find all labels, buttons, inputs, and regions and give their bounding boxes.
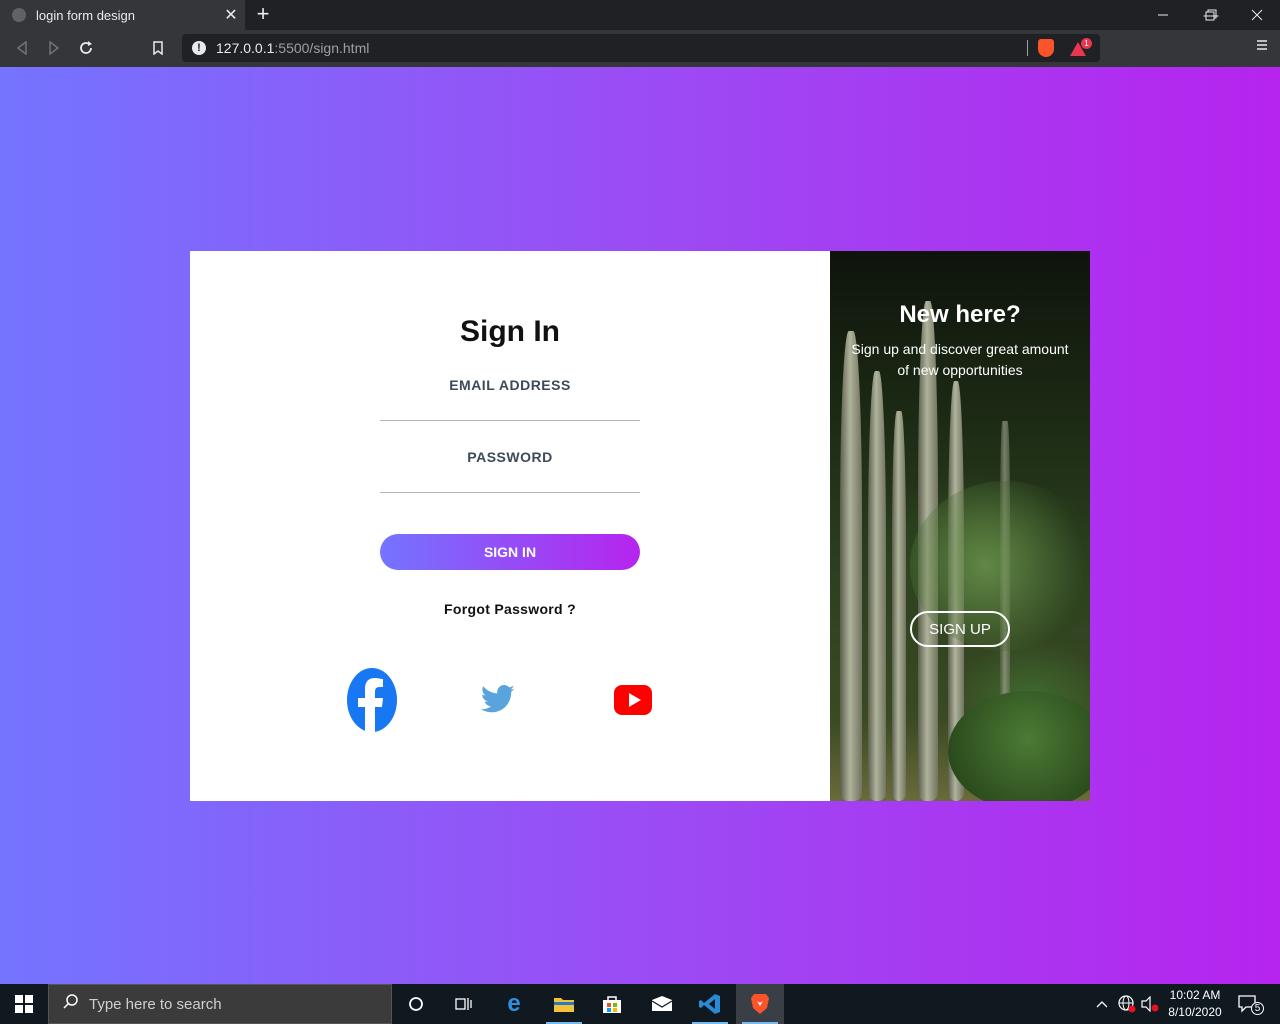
bookmark-icon[interactable] xyxy=(146,36,170,60)
signup-panel: New here? Sign up and discover great amo… xyxy=(830,251,1090,801)
twitter-icon[interactable] xyxy=(480,665,516,735)
notifications-icon[interactable]: 5 xyxy=(1238,984,1264,1024)
bush xyxy=(948,691,1090,801)
palm-trunk xyxy=(840,331,862,801)
forward-icon[interactable] xyxy=(42,36,66,60)
address-bar[interactable]: ! 127.0.0.1:5500/sign.html 1 xyxy=(182,34,1100,62)
new-tab-button[interactable]: + xyxy=(252,2,274,28)
tab-close-button[interactable]: ✕ xyxy=(219,5,243,25)
browser-toolbar: ! 127.0.0.1:5500/sign.html 1 xyxy=(0,30,1280,67)
palm-trunk xyxy=(892,411,906,801)
signin-panel: Sign In EMAIL ADDRESS PASSWORD SIGN IN F… xyxy=(190,251,830,801)
edge-icon[interactable]: e xyxy=(490,984,538,1024)
signup-title: New here? xyxy=(899,301,1021,328)
search-placeholder: Type here to search xyxy=(89,995,222,1013)
taskbar-search-input[interactable]: Type here to search xyxy=(48,984,392,1024)
minimize-icon[interactable] xyxy=(1140,0,1186,30)
signin-button[interactable]: SIGN IN xyxy=(380,534,640,570)
file-explorer-icon[interactable] xyxy=(540,984,588,1024)
browser-tab[interactable]: login form design ✕ xyxy=(0,0,245,30)
rewards-badge: 1 xyxy=(1081,38,1092,49)
notifications-count: 5 xyxy=(1251,1001,1264,1015)
windows-start-icon[interactable] xyxy=(0,984,48,1024)
menu-icon[interactable] xyxy=(1256,38,1268,56)
tab-title: login form design xyxy=(36,7,135,23)
address-divider xyxy=(1027,40,1028,56)
page-background: Sign In EMAIL ADDRESS PASSWORD SIGN IN F… xyxy=(0,67,1280,984)
url-host: 127.0.0.1 xyxy=(216,40,275,56)
clock-date: 8/10/2020 xyxy=(1168,1005,1222,1019)
brave-browser-icon[interactable] xyxy=(736,984,784,1024)
back-icon[interactable] xyxy=(10,36,34,60)
email-label: EMAIL ADDRESS xyxy=(449,377,571,393)
youtube-icon[interactable] xyxy=(614,665,652,735)
url-path: :5500/sign.html xyxy=(274,40,370,56)
login-card: Sign In EMAIL ADDRESS PASSWORD SIGN IN F… xyxy=(190,251,1090,801)
brave-rewards-icon[interactable]: 1 xyxy=(1070,38,1092,58)
task-view-icon[interactable] xyxy=(440,984,488,1024)
clock-time: 10:02 AM xyxy=(1169,988,1221,1002)
password-label: PASSWORD xyxy=(467,449,553,465)
mail-icon[interactable] xyxy=(638,984,686,1024)
password-field[interactable] xyxy=(380,469,640,493)
taskbar-clock[interactable]: 10:02 AM 8/10/2020 xyxy=(1162,987,1228,1021)
volume-muted-icon[interactable] xyxy=(1141,984,1159,1024)
reload-icon[interactable] xyxy=(74,36,98,60)
browser-tab-bar: login form design ✕ + — xyxy=(0,0,1280,30)
signup-button[interactable]: SIGN UP xyxy=(910,611,1010,647)
windows-taskbar: Type here to search e 10:02 AM 8/10/2020 xyxy=(0,984,1280,1024)
signup-description: Sign up and discover great amount of new… xyxy=(851,341,1069,378)
vscode-icon[interactable] xyxy=(686,984,734,1024)
search-icon xyxy=(63,994,79,1014)
palm-trunk xyxy=(868,371,886,801)
signin-title: Sign In xyxy=(460,315,560,348)
cortana-icon[interactable] xyxy=(392,984,440,1024)
forgot-password-link[interactable]: Forgot Password ? xyxy=(190,601,830,617)
restore-icon[interactable] xyxy=(1188,0,1234,30)
facebook-icon[interactable] xyxy=(346,665,398,735)
globe-icon xyxy=(12,8,26,22)
network-icon[interactable] xyxy=(1118,984,1136,1024)
show-hidden-icons-icon[interactable] xyxy=(1096,984,1108,1024)
brave-shield-icon[interactable] xyxy=(1038,39,1054,57)
close-window-icon[interactable] xyxy=(1234,0,1280,30)
info-icon[interactable]: ! xyxy=(192,41,206,55)
email-field[interactable] xyxy=(380,397,640,421)
store-icon[interactable] xyxy=(588,984,636,1024)
